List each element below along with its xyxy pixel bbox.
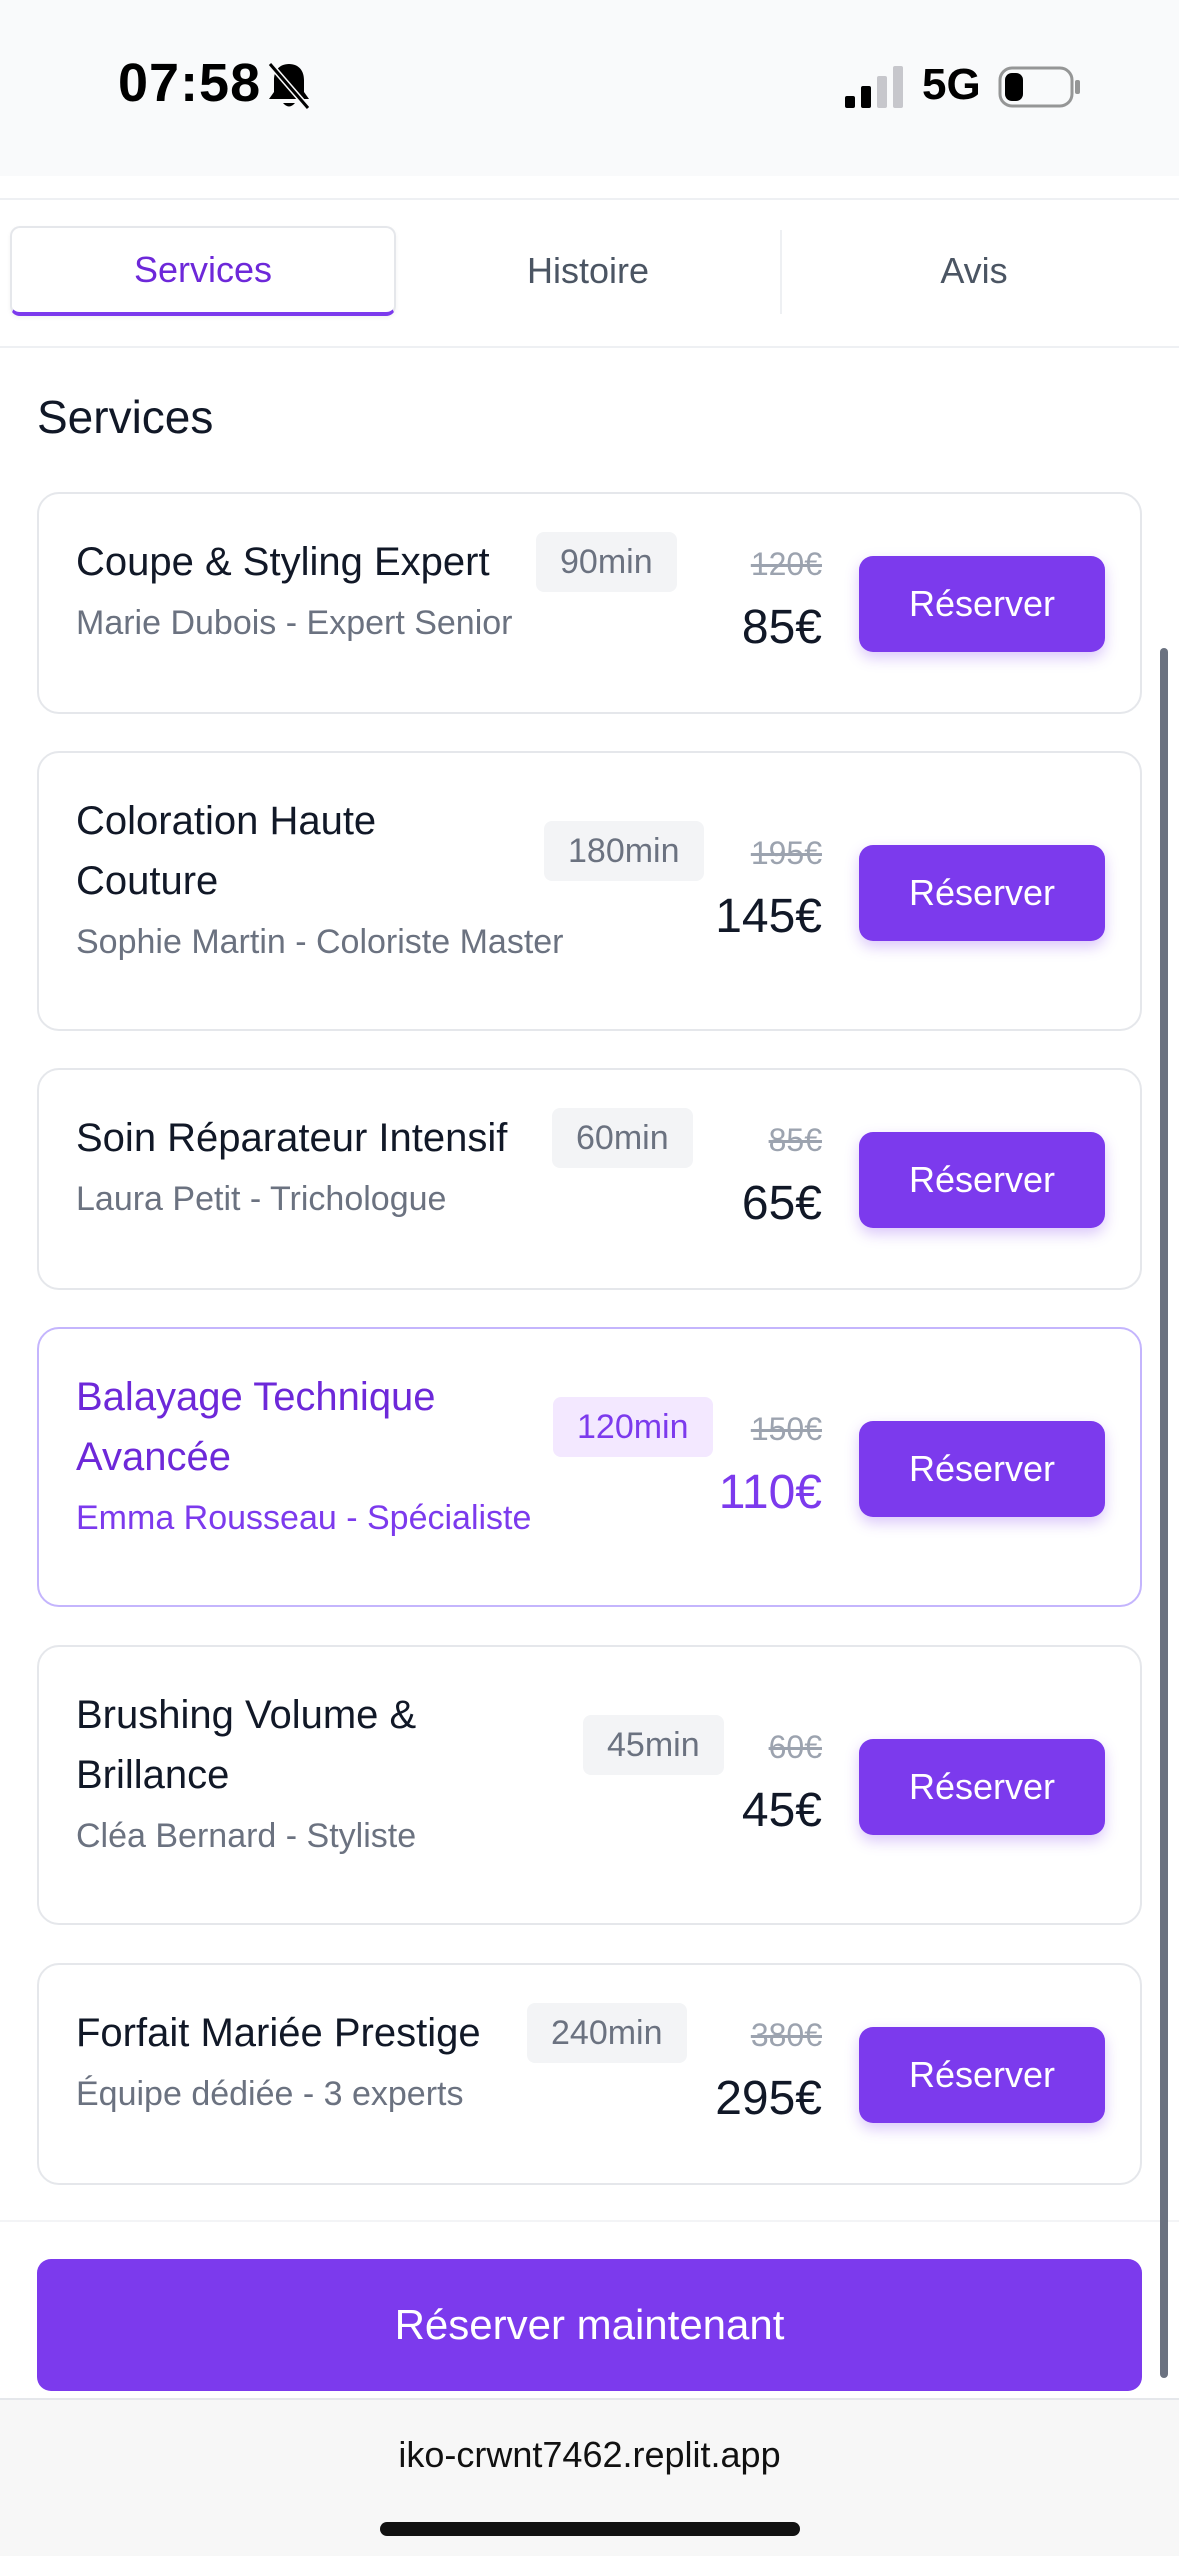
service-staff: Cléa Bernard - Styliste: [76, 1817, 417, 1855]
service-name: Brushing Volume & Brillance: [76, 1693, 417, 1797]
old-price: 60€: [768, 1729, 822, 1765]
duration-badge: 120min: [553, 1397, 713, 1457]
tab-avis[interactable]: Avis: [782, 226, 1166, 316]
url-text[interactable]: iko-crwnt7462.replit.app: [0, 2434, 1179, 2476]
service-staff: Laura Petit - Trichologue: [76, 1180, 447, 1218]
service-staff: Sophie Martin - Coloriste Master: [76, 923, 564, 961]
home-indicator[interactable]: [380, 2522, 800, 2536]
current-price: 110€: [718, 1466, 822, 1519]
current-price: 85€: [741, 601, 822, 654]
duration-badge: 60min: [552, 1108, 693, 1168]
service-name: Coloration Haute Couture: [76, 799, 377, 903]
old-price: 380€: [750, 2017, 822, 2053]
service-card[interactable]: Soin Réparateur Intensif 60min Laura Pet…: [37, 1068, 1142, 1290]
current-price: 145€: [715, 890, 822, 943]
tab-services[interactable]: Services: [10, 226, 396, 316]
book-button[interactable]: Réserver: [859, 1132, 1105, 1228]
old-price: 150€: [750, 1411, 822, 1447]
old-price: 85€: [768, 1122, 822, 1158]
service-card[interactable]: Coloration Haute Couture 180min Sophie M…: [37, 751, 1142, 1031]
status-bar: 07:58 5G: [0, 0, 1179, 176]
current-price: 295€: [715, 2072, 822, 2125]
cta-divider: [0, 2220, 1179, 2222]
service-card[interactable]: Brushing Volume & Brillance 45min Cléa B…: [37, 1645, 1142, 1925]
scrollbar[interactable]: [1160, 648, 1168, 2378]
service-card-highlighted[interactable]: Balayage Technique Avancée 120min Emma R…: [37, 1327, 1142, 1607]
service-card[interactable]: Coupe & Styling Expert 90min Marie Duboi…: [37, 492, 1142, 714]
duration-badge: 90min: [536, 532, 677, 592]
old-price: 120€: [750, 546, 822, 582]
service-name: Soin Réparateur Intensif: [76, 1116, 508, 1160]
book-button[interactable]: Réserver: [859, 556, 1105, 652]
current-price: 45€: [741, 1784, 822, 1837]
bell-off-icon: [267, 62, 311, 110]
old-price: 195€: [750, 835, 822, 871]
status-time: 07:58: [118, 53, 262, 113]
section-title: Services: [37, 391, 214, 443]
browser-bar: iko-crwnt7462.replit.app: [0, 2398, 1179, 2556]
current-price: 65€: [741, 1177, 822, 1230]
book-button[interactable]: Réserver: [859, 1739, 1105, 1835]
book-now-button[interactable]: Réserver maintenant: [37, 2259, 1142, 2391]
signal-icon: [845, 66, 903, 108]
service-card[interactable]: Forfait Mariée Prestige 240min Équipe dé…: [37, 1963, 1142, 2185]
book-button[interactable]: Réserver: [859, 845, 1105, 941]
duration-badge: 180min: [544, 821, 704, 881]
service-staff: Marie Dubois - Expert Senior: [76, 604, 513, 642]
network-label: 5G: [922, 60, 981, 109]
service-name: Coupe & Styling Expert: [76, 540, 490, 584]
tab-bar: Services Histoire Avis: [0, 200, 1179, 348]
service-name: Balayage Technique Avancée: [76, 1375, 436, 1479]
service-staff: Emma Rousseau - Spécialiste: [76, 1499, 532, 1537]
service-name: Forfait Mariée Prestige: [76, 2011, 481, 2055]
service-staff: Équipe dédiée - 3 experts: [76, 2075, 464, 2113]
book-button[interactable]: Réserver: [859, 2027, 1105, 2123]
battery-icon: [998, 66, 1080, 108]
duration-badge: 45min: [583, 1715, 724, 1775]
book-button[interactable]: Réserver: [859, 1421, 1105, 1517]
duration-badge: 240min: [527, 2003, 687, 2063]
tab-histoire[interactable]: Histoire: [398, 226, 778, 316]
